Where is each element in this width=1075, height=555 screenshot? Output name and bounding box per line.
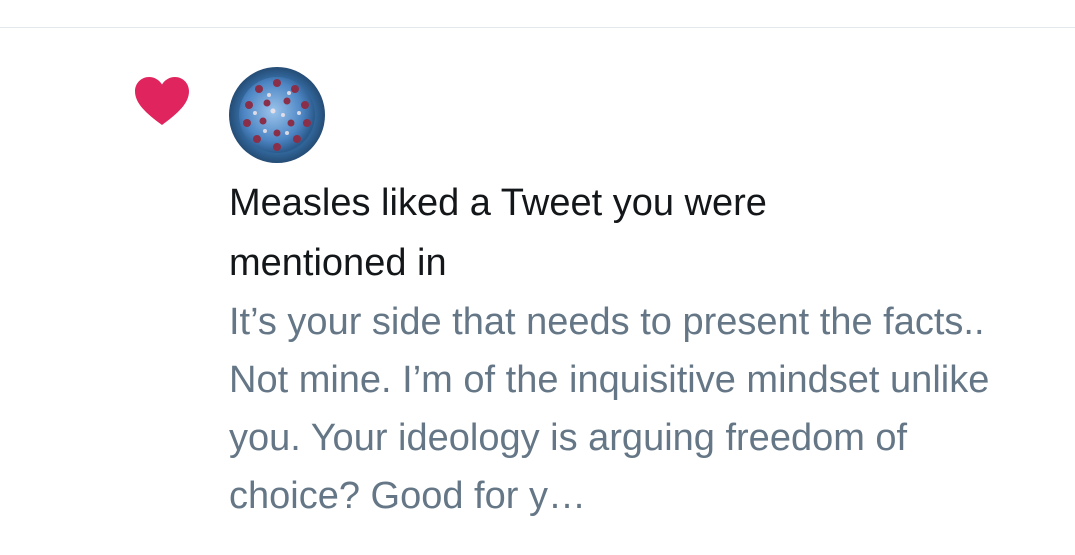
heart-icon	[135, 77, 189, 125]
avatar[interactable]	[229, 67, 325, 163]
notification-headline[interactable]: Measles liked a Tweet you were mentioned…	[229, 173, 879, 293]
notification-content: Measles liked a Tweet you were mentioned…	[229, 173, 1049, 525]
tweet-preview[interactable]: It’s your side that needs to present the…	[229, 293, 1019, 525]
